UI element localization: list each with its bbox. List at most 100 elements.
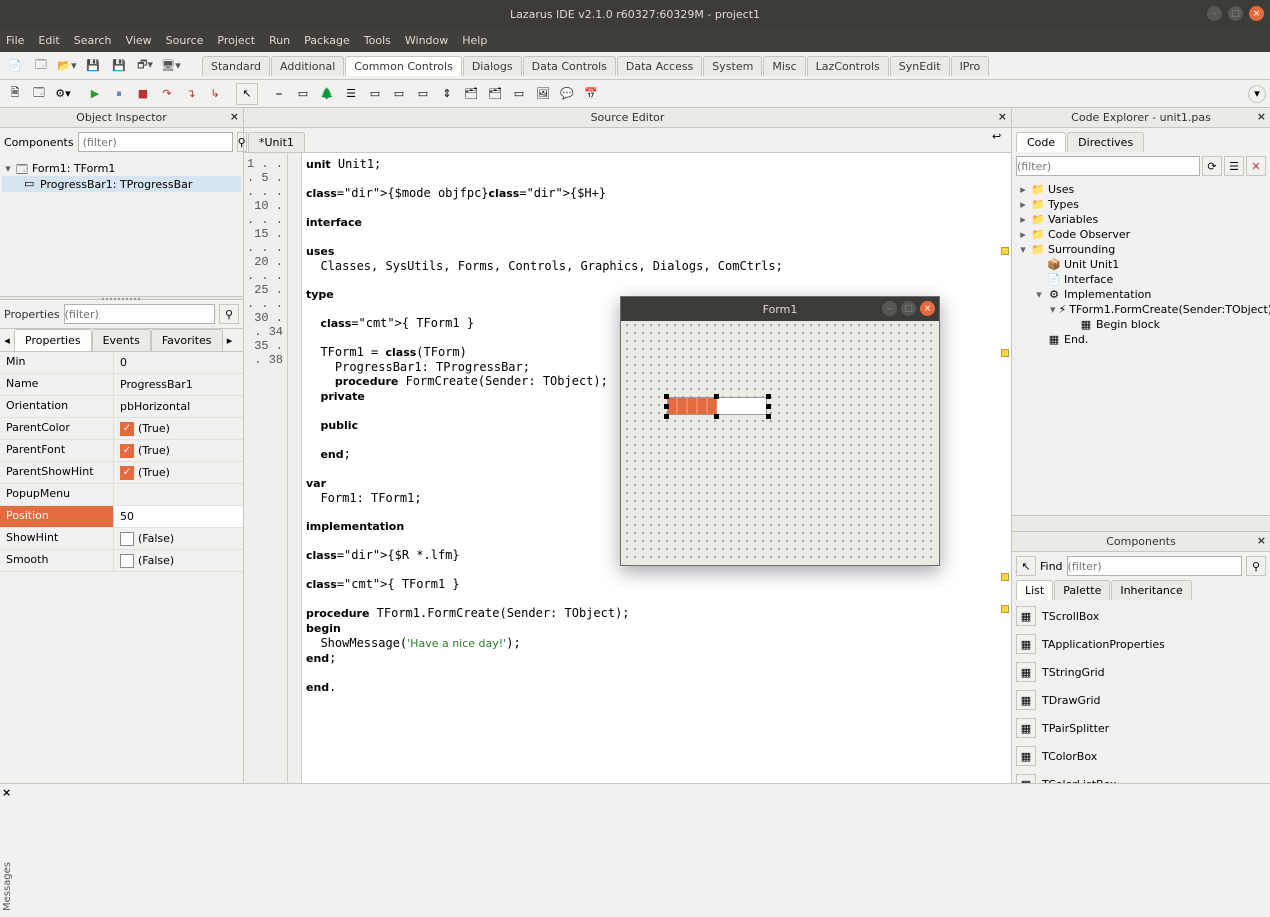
menu-view[interactable]: View	[126, 34, 152, 47]
tab-data-access[interactable]: Data Access	[617, 56, 702, 76]
form-close-icon[interactable]: ×	[920, 301, 935, 316]
form-min-icon[interactable]: –	[882, 301, 897, 316]
comp-toolbar-icon[interactable]: ▭	[388, 83, 410, 105]
ce-refresh-icon[interactable]: ⟳	[1202, 156, 1222, 176]
ce-node[interactable]: ▾📁Surrounding	[1016, 242, 1266, 257]
comp-trackbar-icon[interactable]: ⎯	[268, 83, 290, 105]
prop-row-parentcolor[interactable]: ParentColor(True)	[0, 418, 243, 440]
prop-row-smooth[interactable]: Smooth(False)	[0, 550, 243, 572]
menu-window[interactable]: Window	[405, 34, 448, 47]
editor-tab-unit1[interactable]: *Unit1	[248, 132, 305, 152]
proptab-properties[interactable]: Properties	[14, 329, 92, 351]
menu-package[interactable]: Package	[304, 34, 350, 47]
proptab-left-icon[interactable]: ◂	[0, 329, 14, 351]
tab-data-controls[interactable]: Data Controls	[523, 56, 616, 76]
close-icon[interactable]: ×	[1249, 6, 1264, 21]
tab-ipro[interactable]: IPro	[951, 56, 990, 76]
prop-row-popupmenu[interactable]: PopupMenu	[0, 484, 243, 506]
step-out-icon[interactable]: ↳	[204, 83, 226, 105]
properties-filter-input[interactable]	[64, 304, 215, 324]
sel-handle-w[interactable]	[664, 404, 669, 409]
ce-node[interactable]: 📦Unit Unit1	[1016, 257, 1266, 272]
palette-pointer-icon[interactable]: ↖	[236, 83, 258, 105]
ce-filter-input[interactable]	[1016, 156, 1200, 176]
properties-filter-icon[interactable]: ⚲	[219, 304, 239, 324]
prop-row-parentshowhint[interactable]: ParentShowHint(True)	[0, 462, 243, 484]
prop-row-parentfont[interactable]: ParentFont(True)	[0, 440, 243, 462]
save-all-icon[interactable]: 💾	[108, 55, 130, 77]
prop-row-orientation[interactable]: OrientationpbHorizontal	[0, 396, 243, 418]
build-mode-icon[interactable]: 🖥▾	[160, 55, 182, 77]
messages-close-icon[interactable]: ×	[2, 786, 11, 799]
form-designer-canvas[interactable]	[623, 321, 937, 563]
ce-node[interactable]: ▦End.	[1016, 332, 1266, 347]
ce-node[interactable]: ▦Begin block	[1016, 317, 1266, 332]
menu-help[interactable]: Help	[462, 34, 487, 47]
maximize-icon[interactable]: □	[1228, 6, 1243, 21]
component-item[interactable]: ▦TDrawGrid	[1014, 686, 1268, 714]
ce-node[interactable]: ▾⚡TForm1.FormCreate(Sender:TObject)	[1016, 302, 1266, 317]
proptab-favorites[interactable]: Favorites	[151, 329, 223, 351]
source-editor-close-icon[interactable]: ×	[998, 110, 1007, 123]
form-designer-window[interactable]: Form1 – □ ×	[620, 296, 940, 566]
sel-handle-ne[interactable]	[766, 394, 771, 399]
main-titlebar[interactable]: Lazarus IDE v2.1.0 r60327:60329M - proje…	[0, 0, 1270, 28]
property-grid[interactable]: Min0NameProgressBar1OrientationpbHorizon…	[0, 351, 243, 796]
menu-source[interactable]: Source	[166, 34, 204, 47]
object-inspector-close-icon[interactable]: ×	[230, 110, 239, 123]
prop-row-name[interactable]: NameProgressBar1	[0, 374, 243, 396]
form-max-icon[interactable]: □	[901, 301, 916, 316]
comp-progressbar-icon[interactable]: ▭	[292, 83, 314, 105]
comp-updown-icon[interactable]: ⇕	[436, 83, 458, 105]
component-item[interactable]: ▦TStringGrid	[1014, 658, 1268, 686]
prop-row-min[interactable]: Min0	[0, 352, 243, 374]
tab-standard[interactable]: Standard	[202, 56, 270, 76]
ce-tab-directives[interactable]: Directives	[1067, 132, 1144, 152]
component-tree[interactable]: ▾🗔 Form1: TForm1 ▭ ProgressBar1: TProgre…	[0, 156, 243, 296]
sel-handle-nw[interactable]	[664, 394, 669, 399]
sel-handle-se[interactable]	[766, 414, 771, 419]
designer-progressbar[interactable]	[667, 397, 767, 415]
save-icon[interactable]: 💾	[82, 55, 104, 77]
menu-run[interactable]: Run	[269, 34, 290, 47]
tab-synedit[interactable]: SynEdit	[890, 56, 950, 76]
step-over-icon[interactable]: ↷	[156, 83, 178, 105]
tree-node-progressbar1[interactable]: ProgressBar1: TProgressBar	[40, 178, 192, 191]
sel-handle-n[interactable]	[714, 394, 719, 399]
comp-listview-icon[interactable]: ☰	[340, 83, 362, 105]
ce-tab-code[interactable]: Code	[1016, 132, 1066, 152]
menu-search[interactable]: Search	[74, 34, 112, 47]
ce-node[interactable]: ▸📁Variables	[1016, 212, 1266, 227]
cp-find-input[interactable]	[1067, 556, 1242, 576]
ce-clear-icon[interactable]: ✕	[1246, 156, 1266, 176]
jump-back-icon[interactable]: ↩	[992, 130, 1008, 146]
ce-options-icon[interactable]: ☰	[1224, 156, 1244, 176]
ce-node[interactable]: 📄Interface	[1016, 272, 1266, 287]
menu-tools[interactable]: Tools	[364, 34, 391, 47]
component-item[interactable]: ▦TScrollBox	[1014, 602, 1268, 630]
component-item[interactable]: ▦TPairSplitter	[1014, 714, 1268, 742]
sel-handle-sw[interactable]	[664, 414, 669, 419]
ce-node[interactable]: ▸📁Code Observer	[1016, 227, 1266, 242]
stop-icon[interactable]: ■	[132, 83, 154, 105]
proptab-events[interactable]: Events	[92, 329, 151, 351]
cp-filter-icon[interactable]: ⚲	[1246, 556, 1266, 576]
menu-file[interactable]: File	[6, 34, 24, 47]
prop-row-showhint[interactable]: ShowHint(False)	[0, 528, 243, 550]
comp-coolbar-icon[interactable]: ▭	[412, 83, 434, 105]
tab-additional[interactable]: Additional	[271, 56, 344, 76]
cp-tab-list[interactable]: List	[1016, 580, 1053, 600]
comp-headercontrol-icon[interactable]: ▭	[508, 83, 530, 105]
config-build-icon[interactable]: ⚙▾	[52, 83, 74, 105]
component-item[interactable]: ▦TColorBox	[1014, 742, 1268, 770]
step-into-icon[interactable]: ↴	[180, 83, 202, 105]
code-explorer-close-icon[interactable]: ×	[1257, 110, 1266, 123]
tab-common-controls[interactable]: Common Controls	[345, 56, 462, 76]
open-icon[interactable]: 📂▾	[56, 55, 78, 77]
sel-handle-s[interactable]	[714, 414, 719, 419]
menu-edit[interactable]: Edit	[38, 34, 59, 47]
cp-tab-palette[interactable]: Palette	[1054, 580, 1110, 600]
palette-more-icon[interactable]: ▾	[1248, 85, 1266, 103]
comp-imagelist-icon[interactable]: 🖼	[532, 83, 554, 105]
code-explorer-tree[interactable]: ▸📁Uses▸📁Types▸📁Variables▸📁Code Observer▾…	[1012, 180, 1270, 515]
